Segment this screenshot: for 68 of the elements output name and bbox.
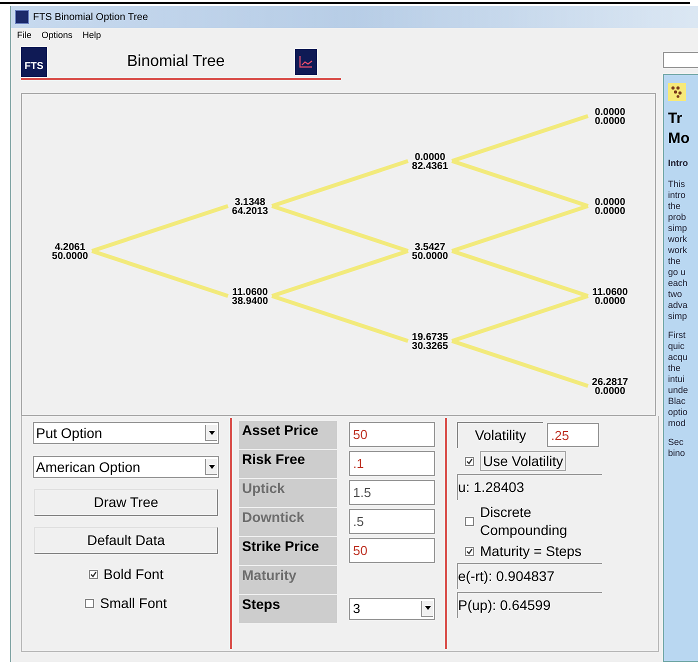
parameter-label: Downtick: [239, 508, 337, 536]
node-price: 30.3265: [412, 341, 448, 352]
option-select[interactable]: American Option: [33, 456, 219, 478]
node-price: 0.0000: [594, 296, 626, 307]
parameter-label: Steps: [239, 594, 337, 622]
header-title: Binomial Tree: [127, 52, 225, 72]
node-price: 50.0000: [52, 251, 88, 262]
node-value: 11.0600: [232, 287, 268, 298]
parameter-input[interactable]: 50: [349, 422, 435, 447]
select-value: Put Option: [36, 424, 102, 443]
help-field[interactable]: [663, 52, 698, 68]
checkbox[interactable]: [465, 546, 474, 556]
node-price: 0.0000: [594, 116, 626, 127]
menu-item[interactable]: File: [17, 29, 32, 41]
app-icon: [15, 10, 29, 24]
help-paragraph: Sec bino: [668, 436, 686, 458]
chart-icon: [294, 49, 317, 75]
node-value: 0.0000: [594, 197, 626, 208]
checkbox-label: Use Volatility: [480, 451, 566, 471]
menu-item[interactable]: Help: [82, 29, 102, 41]
checkbox[interactable]: [88, 570, 98, 578]
node-price: 0.0000: [594, 386, 626, 397]
node-value: 3.5427: [414, 242, 446, 253]
node-value: 11.0600: [592, 287, 628, 298]
node-price: 0.0000: [594, 206, 626, 217]
node-price: 50.0000: [412, 251, 448, 262]
node-value: 26.2817: [592, 377, 628, 388]
tree-icon: [668, 83, 686, 101]
volatility-label: Volatility: [457, 422, 543, 448]
help-subheading: Intro: [668, 157, 689, 170]
parameter-label: Maturity: [239, 566, 337, 594]
select-value: 3: [353, 600, 360, 618]
node-value: 0.0000: [594, 107, 626, 118]
checkbox[interactable]: [85, 598, 94, 608]
parameter-label: Risk Free: [239, 450, 337, 478]
node-price: 64.2013: [232, 206, 268, 217]
result-readout: P(up): 0.64599: [457, 592, 602, 618]
node-value: 3.1348: [234, 197, 266, 208]
select-value: American Option: [36, 458, 140, 477]
parameter-label: Uptick: [239, 478, 337, 506]
checkbox-label: Bold Font: [104, 564, 164, 584]
node-value: 0.0000: [414, 152, 446, 163]
checkbox-label: Small Font: [100, 594, 167, 612]
result-readout: u: 1.28403: [457, 474, 602, 500]
help-paragraph: This intro the prob simp work work the go u each two adva simp: [668, 178, 689, 322]
help-heading: Tr Mo: [668, 109, 691, 149]
volatility-input[interactable]: .25: [547, 423, 599, 447]
node-value: 4.2061: [54, 242, 86, 253]
node-value: 19.6735: [412, 332, 448, 343]
checkbox-label: Discrete Compounding: [480, 503, 568, 539]
action-button[interactable]: Default Data: [34, 527, 218, 554]
result-readout: e(-rt): 0.904837: [457, 563, 602, 589]
steps-select[interactable]: 3: [349, 598, 435, 620]
parameter-input[interactable]: 50: [349, 538, 435, 563]
option-select[interactable]: Put Option: [33, 422, 219, 444]
menu-item[interactable]: Options: [42, 29, 73, 41]
parameter-label: Strike Price: [239, 536, 337, 564]
node-price: 82.4361: [412, 161, 448, 172]
window-title: FTS Binomial Option Tree: [33, 10, 148, 24]
checkbox-label: Maturity = Steps: [480, 542, 583, 560]
logo: FTS: [21, 47, 47, 77]
parameter-label: Asset Price: [239, 420, 337, 448]
action-button[interactable]: Draw Tree: [34, 489, 218, 516]
checkbox[interactable]: [465, 456, 474, 466]
help-paragraph: First quic acqu the intui unde Blac optio mod: [668, 330, 690, 428]
parameter-input[interactable]: .1: [349, 451, 435, 476]
checkbox[interactable]: [465, 516, 474, 526]
node-price: 38.9400: [232, 296, 268, 307]
